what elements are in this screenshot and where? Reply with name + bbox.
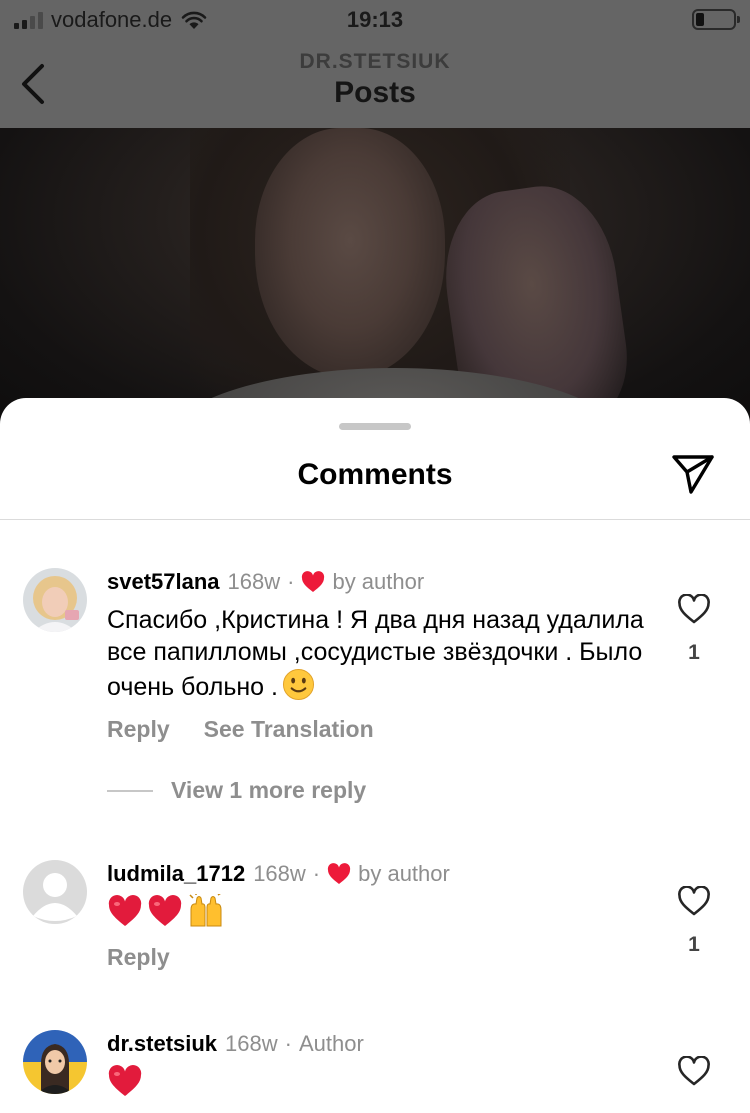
comment-time: 168w (253, 861, 306, 886)
comment-like: 1 (671, 593, 717, 665)
by-author-label: by author (358, 861, 450, 886)
red-heart-icon (108, 1065, 142, 1096)
comment-username[interactable]: svet57lana (107, 568, 220, 596)
comment-meta: svet57lana 168w · by author (107, 568, 424, 596)
battery-icon (692, 9, 740, 30)
posts-header: DR.STETSIUK Posts (0, 40, 750, 128)
liked-by-author-heart-icon (327, 863, 351, 884)
avatar[interactable] (23, 860, 87, 924)
heart-outline-icon[interactable] (677, 885, 711, 916)
view-more-replies-label: View 1 more reply (171, 777, 367, 803)
status-time: 19:13 (346, 7, 404, 32)
sheet-divider (0, 519, 750, 520)
comments-sheet: Comments svet57lana 168w · by author Спа… (0, 398, 750, 1113)
comment-emoji-text (107, 894, 647, 928)
reply-button[interactable]: Reply (107, 944, 170, 971)
comment-username[interactable]: ludmila_1712 (107, 860, 245, 888)
separator-dot: · (284, 1031, 292, 1056)
comment-actions: Reply (107, 944, 170, 971)
comment-like (671, 1055, 717, 1091)
red-heart-icon (148, 895, 182, 926)
page-title: Posts (334, 76, 416, 109)
sheet-grabber[interactable] (339, 423, 411, 430)
comment-emoji-text (107, 1064, 647, 1106)
reply-button[interactable]: Reply (107, 716, 170, 743)
comment-username[interactable]: dr.stetsiuk (107, 1030, 217, 1058)
author-label: Author (298, 1031, 364, 1056)
comment-text: Спасибо ,Кристина ! Я два дня назад удал… (107, 606, 644, 701)
comment-meta: ludmila_1712 168w · by author (107, 860, 450, 888)
avatar[interactable] (23, 568, 87, 632)
comment-time: 168w (227, 569, 281, 594)
slightly-smiling-face-icon (282, 668, 314, 701)
comment-meta: dr.stetsiuk 168w · Author (107, 1030, 364, 1058)
liked-by-author-heart-icon (302, 571, 325, 592)
send-icon[interactable] (670, 452, 716, 496)
status-bar: vodafone.de 19:13 (0, 0, 750, 40)
raising-hands-icon (189, 894, 222, 927)
heart-outline-icon[interactable] (677, 1055, 711, 1086)
like-count: 1 (688, 641, 700, 664)
heart-outline-icon[interactable] (677, 593, 711, 624)
comment-actions: Reply See Translation (107, 716, 374, 743)
red-heart-icon (108, 895, 142, 926)
comment-text-block: Спасибо ,Кристина ! Я два дня назад удал… (107, 604, 647, 703)
account-name: DR.STETSIUK (299, 50, 451, 73)
by-author-label: by author (332, 569, 425, 594)
sheet-title: Comments (297, 458, 453, 491)
replies-line (107, 789, 153, 792)
like-count: 1 (688, 933, 700, 956)
see-translation-button[interactable]: See Translation (204, 716, 374, 743)
comment-time: 168w (225, 1031, 278, 1056)
separator-dot: · (312, 861, 321, 886)
comment-like: 1 (671, 885, 717, 957)
avatar[interactable] (23, 1030, 87, 1094)
view-more-replies-button[interactable]: View 1 more reply (107, 777, 366, 804)
separator-dot: · (287, 569, 295, 594)
post-photo (0, 128, 750, 428)
